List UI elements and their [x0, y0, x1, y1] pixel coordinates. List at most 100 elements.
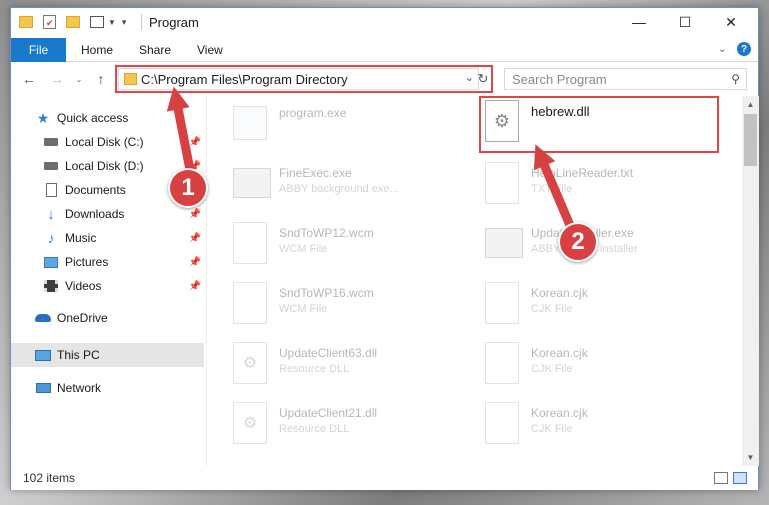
- divider: [141, 14, 142, 30]
- minimize-button[interactable]: —: [616, 8, 662, 36]
- dll-icon: ⚙: [233, 402, 273, 446]
- navigation-bar: ← → ⌄ ↑ C:\Program Files\Program Directo…: [11, 63, 758, 95]
- file-name: UpdateClient63.dll: [279, 346, 378, 360]
- dll-icon: ⚙: [233, 342, 273, 386]
- search-input[interactable]: Search Program: [512, 72, 607, 87]
- file-item[interactable]: ⚙ UpdateClient21.dll Resource DLL: [233, 402, 473, 454]
- pin-icon[interactable]: 📌: [189, 137, 201, 148]
- vertical-scrollbar[interactable]: ▲ ▼: [742, 96, 759, 466]
- star-icon: ★: [36, 109, 50, 126]
- file-item[interactable]: program.exe: [233, 102, 473, 154]
- videos-icon: [43, 279, 59, 293]
- folder-icon[interactable]: [19, 16, 33, 28]
- file-item[interactable]: SndToWP12.wcm WCM File: [233, 222, 473, 274]
- pin-icon[interactable]: 📌: [189, 257, 201, 268]
- tab-share[interactable]: Share: [139, 38, 171, 62]
- sidebar-item-quick-access[interactable]: ★ Quick access: [11, 106, 204, 130]
- sidebar-item-onedrive[interactable]: OneDrive: [11, 306, 204, 330]
- music-icon: ♪: [47, 230, 55, 246]
- quick-access-toolbar: ✔ ▼ ▾: [19, 13, 126, 31]
- file-icon: [233, 282, 273, 326]
- file-type: CJK File: [531, 363, 573, 375]
- scroll-thumb[interactable]: [744, 114, 757, 166]
- sidebar-item-label: Downloads: [65, 207, 125, 221]
- file-item[interactable]: Korean.cjk CJK File: [485, 282, 725, 334]
- sidebar-item-label: Local Disk (D:): [65, 159, 144, 173]
- step-marker-2: 2: [558, 222, 598, 262]
- help-icon[interactable]: ?: [737, 42, 751, 56]
- expand-ribbon-icon[interactable]: ⌄: [718, 44, 726, 55]
- chevron-down-icon[interactable]: ▼: [108, 18, 116, 27]
- file-type: ABBY background exe...: [279, 183, 399, 195]
- file-name: FineExec.exe: [279, 166, 352, 180]
- file-icon: [485, 282, 525, 326]
- file-name: HelpLineReader.txt: [531, 166, 634, 180]
- file-item[interactable]: HelpLineReader.txt TXT File: [485, 162, 725, 214]
- view-options-icon[interactable]: [90, 16, 104, 28]
- sidebar-item-label: Network: [57, 381, 102, 395]
- window-title: Program: [149, 15, 199, 30]
- file-name: program.exe: [279, 106, 347, 120]
- large-icons-view-icon[interactable]: [733, 472, 747, 484]
- tab-home[interactable]: Home: [81, 38, 113, 62]
- up-button[interactable]: ↑: [91, 69, 111, 89]
- file-highlight-box: [479, 96, 719, 153]
- documents-icon: [43, 183, 59, 197]
- file-type: WCM File: [279, 303, 328, 315]
- computer-icon: [35, 348, 51, 362]
- step-marker-1: 1: [168, 168, 208, 208]
- status-bar: 102 items: [11, 466, 758, 490]
- file-item[interactable]: ⚙ UpdateClient63.dll Resource DLL: [233, 342, 473, 394]
- scroll-down-icon[interactable]: ▼: [742, 449, 759, 466]
- file-item[interactable]: Korean.cjk CJK File: [485, 342, 725, 394]
- file-icon: [485, 402, 525, 446]
- file-item[interactable]: UpdateInstaller.exeABBY update installer: [485, 222, 725, 274]
- forward-button[interactable]: →: [47, 69, 67, 89]
- maximize-button[interactable]: ☐: [662, 8, 708, 36]
- search-box[interactable]: Search Program ⚲: [504, 68, 747, 90]
- sidebar-item-label: Local Disk (C:): [65, 135, 144, 149]
- pin-icon[interactable]: 📌: [189, 281, 201, 292]
- pin-icon[interactable]: 📌: [189, 209, 201, 220]
- properties-icon[interactable]: ✔: [43, 15, 56, 29]
- txt-icon: [485, 162, 525, 206]
- drive-icon: [43, 159, 59, 173]
- tab-file[interactable]: File: [11, 38, 66, 62]
- file-name: SndToWP12.wcm: [279, 226, 374, 240]
- close-button[interactable]: ✕: [708, 8, 754, 36]
- sidebar-item-label: Music: [65, 231, 97, 245]
- file-item[interactable]: SndToWP16.wcm WCM File: [233, 282, 473, 334]
- chevron-down-icon: ⌄: [75, 74, 83, 84]
- file-type: Resource DLL: [279, 423, 350, 435]
- file-name: Korean.cjk: [531, 406, 588, 420]
- sidebar-item-label: This PC: [57, 348, 100, 362]
- sidebar-item-music[interactable]: ♪ Music 📌: [11, 226, 204, 250]
- refresh-button[interactable]: ↻: [473, 69, 493, 89]
- recent-locations-button[interactable]: ⌄: [69, 69, 89, 89]
- exe-icon: [485, 222, 525, 266]
- pictures-icon: [43, 255, 59, 269]
- sidebar-item-local-disk-c[interactable]: Local Disk (C:) 📌: [11, 130, 204, 154]
- sidebar-item-pictures[interactable]: Pictures 📌: [11, 250, 204, 274]
- sidebar-item-label: OneDrive: [57, 311, 108, 325]
- file-item[interactable]: Korean.cjk CJK File: [485, 402, 725, 454]
- file-icon: [485, 342, 525, 386]
- sidebar-item-videos[interactable]: Videos 📌: [11, 274, 204, 298]
- details-view-icon[interactable]: [714, 472, 728, 484]
- sidebar-item-network[interactable]: Network: [11, 376, 204, 400]
- file-type: CJK File: [531, 423, 573, 435]
- explorer-window: ✔ ▼ ▾ Program — ☐ ✕ File Home Share View…: [10, 7, 759, 490]
- sidebar-item-label: Documents: [65, 183, 126, 197]
- new-folder-icon[interactable]: [66, 16, 80, 28]
- sidebar-item-this-pc[interactable]: This PC: [11, 343, 204, 367]
- sidebar-item-label: Pictures: [65, 255, 109, 269]
- file-item[interactable]: FineExec.exe ABBY background exe...: [233, 162, 473, 214]
- customize-toolbar-icon[interactable]: ▾: [122, 17, 127, 28]
- tab-view[interactable]: View: [197, 38, 223, 62]
- sidebar-item-downloads[interactable]: ↓ Downloads 📌: [11, 202, 204, 226]
- item-count: 102 items: [23, 471, 76, 485]
- scroll-up-icon[interactable]: ▲: [742, 96, 759, 113]
- back-button[interactable]: ←: [19, 69, 39, 89]
- file-name: SndToWP16.wcm: [279, 286, 374, 300]
- pin-icon[interactable]: 📌: [189, 233, 201, 244]
